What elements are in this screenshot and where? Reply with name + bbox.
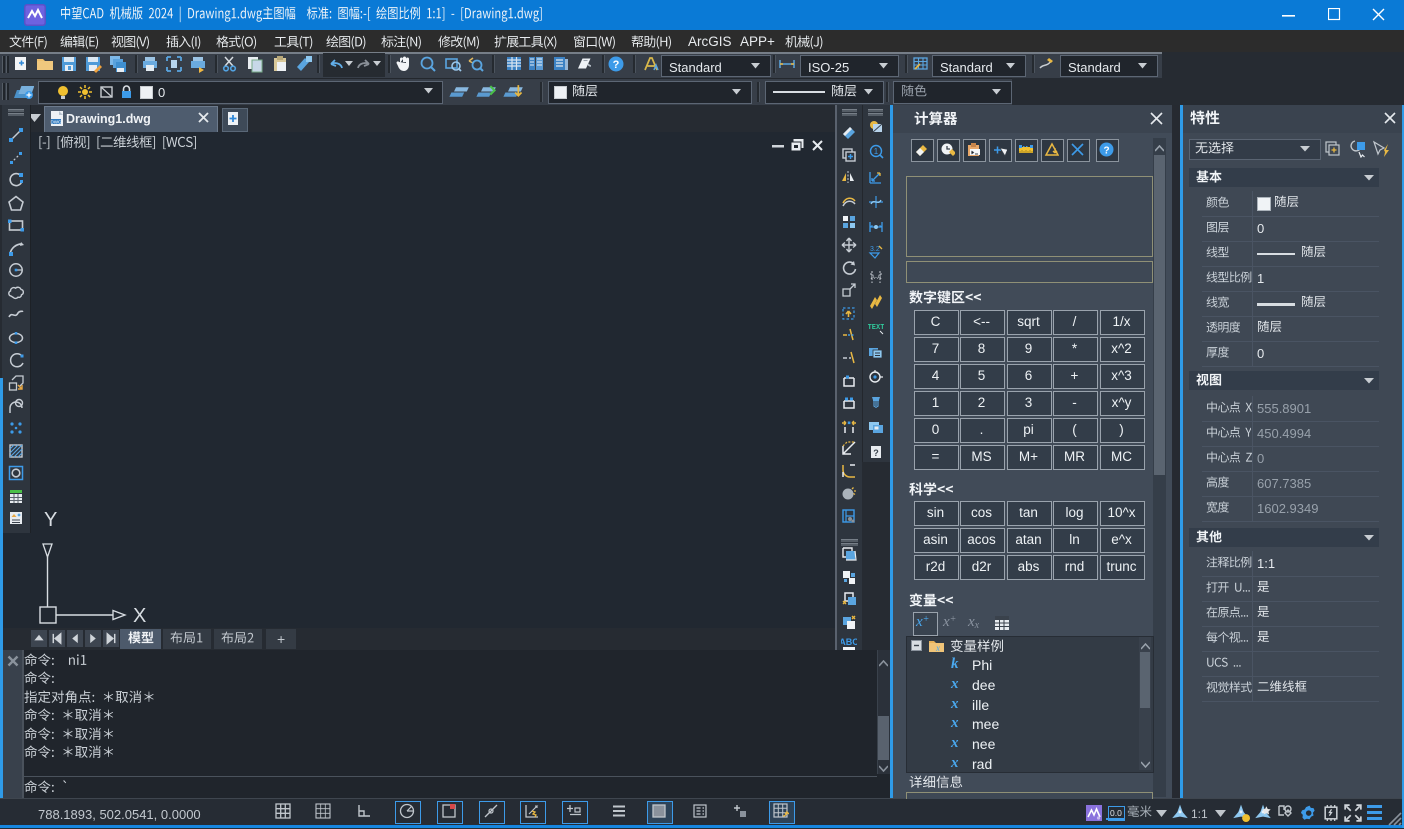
svg-text:A-A: A-A [871, 274, 883, 281]
svg-text:?: ? [613, 59, 620, 71]
svg-text:ABC: ABC [841, 637, 857, 647]
svg-text:Y: Y [44, 509, 57, 531]
svg-text:3.2: 3.2 [870, 246, 880, 253]
svg-text:TEXT: TEXT [868, 324, 884, 332]
svg-text:1: 1 [874, 147, 879, 156]
svg-text:x: x [935, 643, 940, 653]
svg-text:X: X [133, 605, 146, 627]
svg-text:?: ? [873, 448, 879, 458]
svg-text:?: ? [1103, 146, 1109, 157]
svg-text:DWG: DWG [51, 120, 62, 125]
